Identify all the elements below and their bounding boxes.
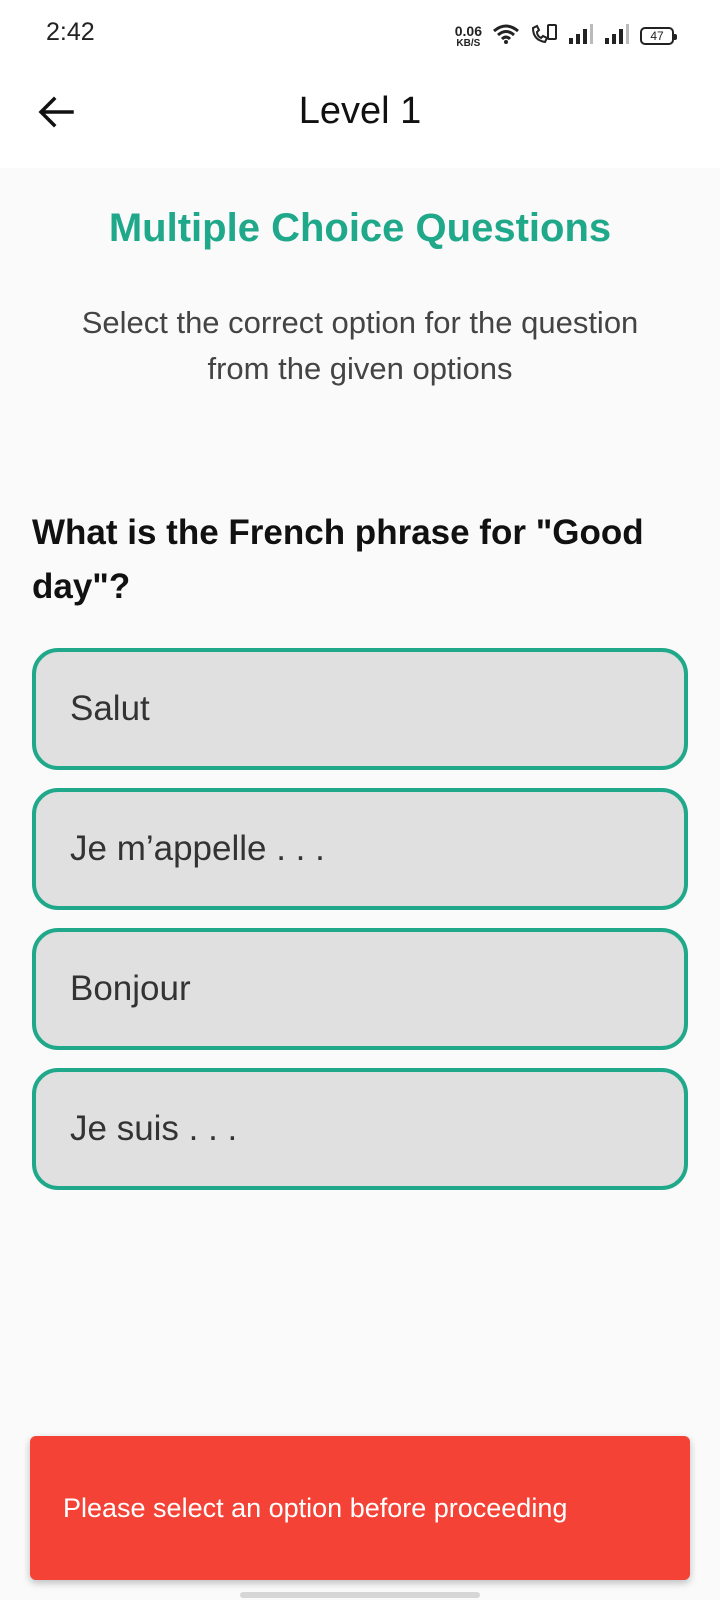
option-button[interactable]: Je m’appelle . . .	[32, 788, 688, 910]
snackbar-message: Please select an option before proceedin…	[63, 1492, 568, 1523]
error-snackbar: Please select an option before proceedin…	[30, 1436, 690, 1580]
network-speed-value: 0.06	[454, 22, 482, 39]
question-text: What is the French phrase for "Good day"…	[32, 513, 644, 606]
option-button[interactable]: Je suis . . .	[32, 1068, 688, 1190]
section-title: Multiple Choice Questions	[108, 206, 612, 250]
status-icons: 0.06 KB/S 47	[455, 20, 677, 52]
status-time: 2:42	[46, 18, 95, 46]
wifi-icon	[492, 23, 520, 50]
network-speed-unit: KB/S	[456, 37, 481, 49]
options-list: Salut Je m’appelle . . . Bonjour Je suis…	[32, 648, 688, 1190]
app-bar: Level 1	[0, 70, 720, 168]
signal-icon	[604, 23, 630, 50]
wifi-calling-icon	[530, 23, 558, 50]
section-subtitle: Select the correct option for the questi…	[81, 305, 639, 386]
page-title: Level 1	[298, 90, 422, 132]
status-bar: 2:42 0.06 KB/S 47	[0, 0, 720, 70]
option-button[interactable]: Bonjour	[32, 928, 688, 1050]
option-button[interactable]: Salut	[32, 648, 688, 770]
home-indicator[interactable]	[240, 1592, 480, 1598]
signal-icon	[568, 23, 594, 50]
battery-level: 47	[650, 29, 664, 43]
battery-icon: 47	[640, 27, 677, 45]
network-speed: 0.06 KB/S	[455, 24, 482, 49]
